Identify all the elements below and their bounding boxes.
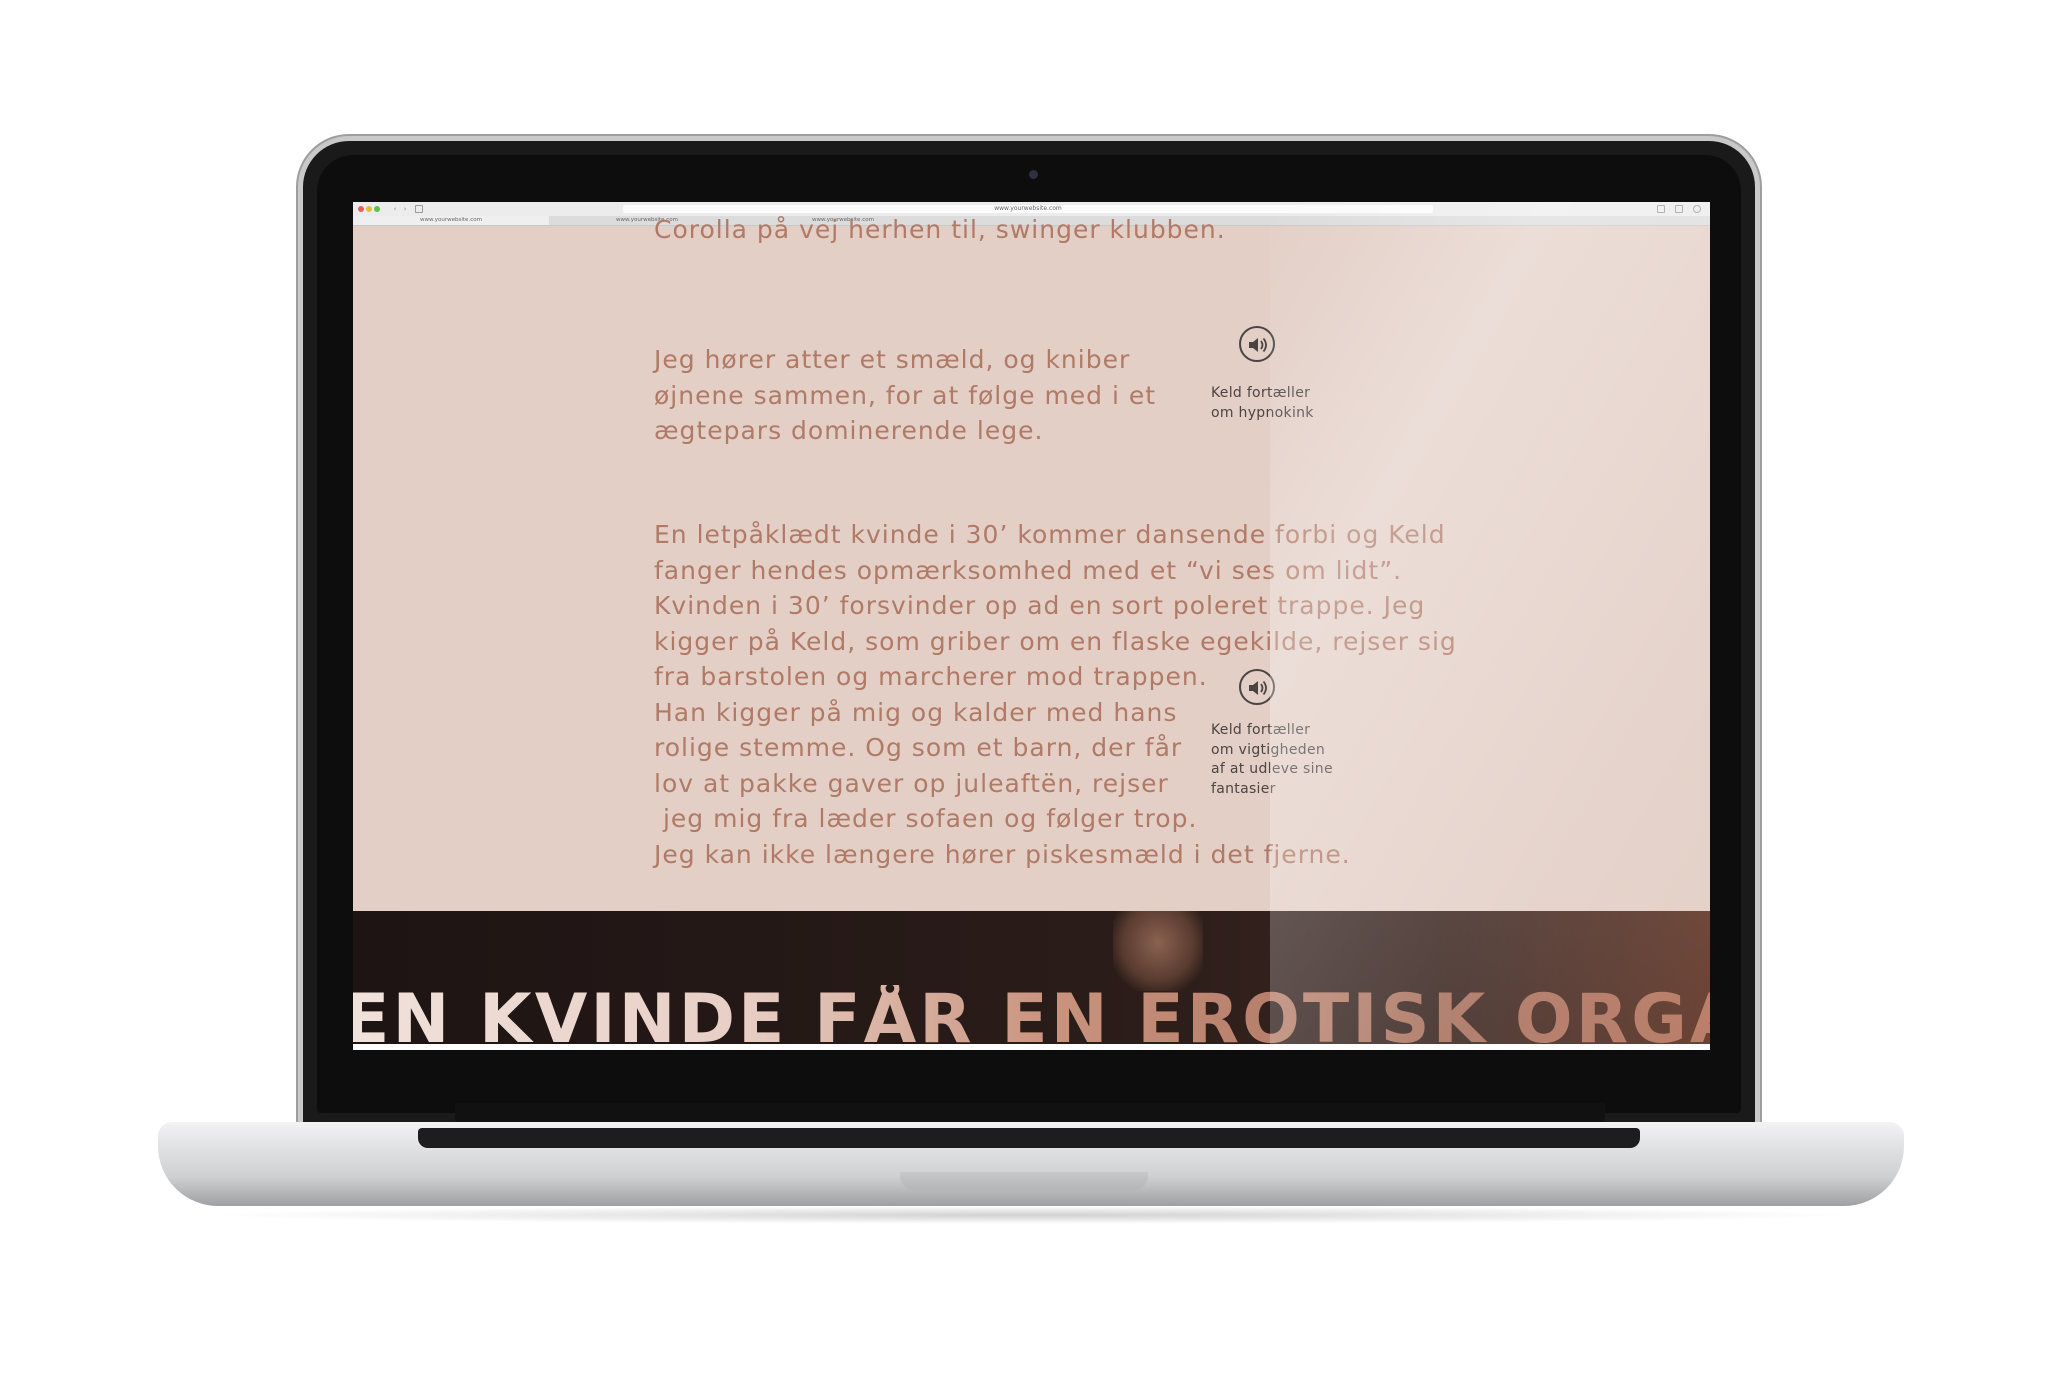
lid-opening-notch bbox=[900, 1172, 1148, 1190]
laptop-shadow bbox=[200, 1206, 1860, 1224]
laptop-hinge bbox=[455, 1103, 1605, 1123]
audio-clip-label: Keld fortæller om hypnokink bbox=[1211, 385, 1314, 421]
speaker-icon[interactable] bbox=[1239, 669, 1275, 705]
maximize-window-button[interactable] bbox=[374, 206, 380, 212]
close-window-button[interactable] bbox=[358, 206, 364, 212]
hero-banner: EN KVINDE FÅR EN EROTISK ORGASME bbox=[353, 911, 1710, 1050]
settings-gear-icon[interactable] bbox=[1693, 205, 1701, 213]
audio-clip-label: Keld fortæller om vigtigheden af at udle… bbox=[1211, 722, 1333, 797]
hero-photo-figure bbox=[1113, 911, 1203, 991]
screen-bottom-strip bbox=[353, 1044, 1710, 1050]
forward-arrow-icon[interactable]: › bbox=[401, 205, 409, 213]
back-arrow-icon[interactable]: ‹ bbox=[391, 205, 399, 213]
speaker-icon[interactable] bbox=[1239, 326, 1275, 362]
tabs-overview-icon[interactable] bbox=[1675, 205, 1683, 213]
hero-headline: EN KVINDE FÅR EN EROTISK ORGASME bbox=[353, 985, 1710, 1051]
browser-window: ‹ › www.yourwebsite.com www.yourwebsite.… bbox=[353, 202, 1710, 1050]
article-paragraph: En letpåklædt kvinde i 30’ kommer dansen… bbox=[654, 520, 1457, 869]
article-section: Corolla på vej herhen til, swinger klubb… bbox=[353, 215, 1710, 911]
webcam bbox=[1029, 170, 1038, 179]
keyboard-slot bbox=[418, 1128, 1640, 1148]
article-paragraph: Corolla på vej herhen til, swinger klubb… bbox=[654, 215, 1226, 244]
sidebar-toggle-icon[interactable] bbox=[415, 205, 423, 213]
article-paragraph: Jeg hører atter et smæld, og kniber øjne… bbox=[654, 345, 1157, 445]
share-icon[interactable] bbox=[1657, 205, 1665, 213]
tab-1[interactable]: www.yourwebsite.com bbox=[353, 216, 549, 225]
minimize-window-button[interactable] bbox=[366, 206, 372, 212]
